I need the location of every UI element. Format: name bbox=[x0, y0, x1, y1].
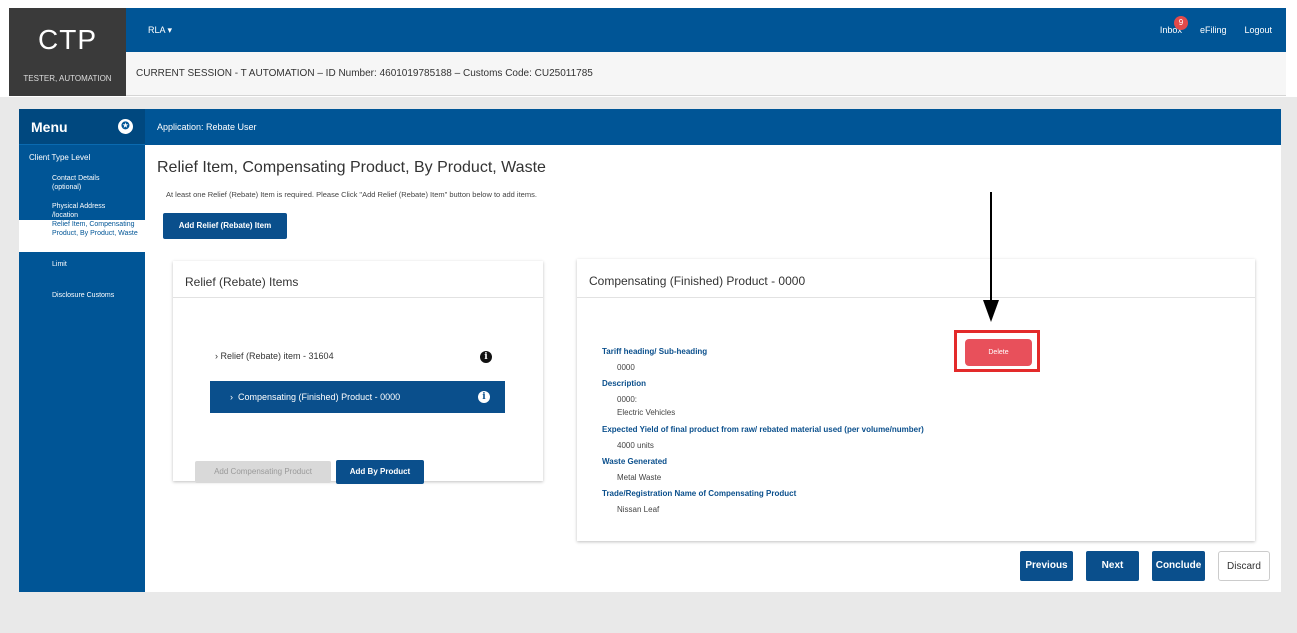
chevron-right-icon: › bbox=[230, 392, 233, 402]
tariff-value: 0000 bbox=[617, 363, 635, 372]
rla-label: RLA bbox=[148, 25, 166, 35]
sidebar-item-limit[interactable]: Limit bbox=[19, 260, 145, 269]
menu-header: Menu ✪ bbox=[19, 109, 145, 145]
comp-card-title: Compensating (Finished) Product - 0000 bbox=[589, 274, 806, 288]
info-icon[interactable]: i bbox=[478, 391, 490, 403]
efiling-link[interactable]: eFiling bbox=[1200, 25, 1227, 35]
chevron-right-icon: › bbox=[215, 351, 218, 361]
inbox-link[interactable]: Inbox 9 bbox=[1160, 16, 1188, 35]
yield-value: 4000 units bbox=[617, 441, 654, 450]
relief-item-label: Relief (Rebate) item - 31604 bbox=[220, 351, 334, 361]
logo-block: CTP TESTER, AUTOMATION bbox=[9, 8, 126, 96]
application-bar: Application: Rebate User bbox=[145, 109, 1281, 145]
logout-link[interactable]: Logout bbox=[1244, 25, 1272, 35]
annotation-arrow-line bbox=[990, 192, 992, 302]
compensating-product-node[interactable]: › Compensating (Finished) Product - 0000… bbox=[210, 381, 505, 413]
divider bbox=[577, 297, 1255, 298]
sidebar-item-disclosure-customs[interactable]: Disclosure Customs bbox=[19, 291, 145, 300]
previous-button[interactable]: Previous bbox=[1020, 551, 1073, 581]
conclude-button[interactable]: Conclude bbox=[1152, 551, 1205, 581]
add-relief-item-button[interactable]: Add Relief (Rebate) Item bbox=[163, 213, 287, 239]
divider bbox=[173, 297, 543, 298]
logged-in-user: TESTER, AUTOMATION bbox=[23, 74, 112, 83]
compensating-product-label: Compensating (Finished) Product - 0000 bbox=[238, 392, 401, 402]
sidebar: Menu ✪ Client Type Level Contact Details… bbox=[19, 109, 145, 592]
add-compensating-product-button[interactable]: Add Compensating Product bbox=[195, 461, 331, 483]
relief-card-title: Relief (Rebate) Items bbox=[185, 275, 299, 289]
waste-value: Metal Waste bbox=[617, 473, 662, 482]
rla-dropdown[interactable]: RLA ▾ bbox=[148, 25, 172, 36]
menu-title: Menu bbox=[31, 118, 68, 135]
info-icon[interactable]: i bbox=[480, 351, 492, 363]
add-by-product-button[interactable]: Add By Product bbox=[336, 460, 424, 484]
trade-name-value: Nissan Leaf bbox=[617, 505, 660, 514]
sidebar-item-relief-item[interactable]: Relief Item, Compensating Product, By Pr… bbox=[19, 220, 145, 252]
page-hint: At least one Relief (Rebate) Item is req… bbox=[166, 190, 537, 199]
session-info: CURRENT SESSION - T AUTOMATION – ID Numb… bbox=[136, 68, 593, 79]
page-title: Relief Item, Compensating Product, By Pr… bbox=[157, 159, 546, 176]
compensating-product-card: Compensating (Finished) Product - 0000 T… bbox=[577, 259, 1255, 541]
tariff-label: Tariff heading/ Sub-heading bbox=[602, 347, 708, 356]
relief-item-node[interactable]: › Relief (Rebate) item - 31604 bbox=[215, 351, 505, 361]
caret-down-icon: ▾ bbox=[167, 25, 173, 35]
waste-label: Waste Generated bbox=[602, 457, 668, 466]
app-logo: CTP bbox=[38, 24, 97, 55]
session-bar: CURRENT SESSION - T AUTOMATION – ID Numb… bbox=[126, 52, 1286, 96]
sidebar-section-client-type[interactable]: Client Type Level bbox=[19, 145, 145, 162]
relief-items-card: Relief (Rebate) Items › Relief (Rebate) … bbox=[173, 261, 543, 484]
yield-label: Expected Yield of final product from raw… bbox=[602, 425, 924, 434]
annotation-highlight-box bbox=[954, 330, 1040, 372]
sidebar-item-contact-details[interactable]: Contact Details (optional) bbox=[19, 174, 119, 192]
sidebar-item-physical-address[interactable]: Physical Address /location bbox=[19, 202, 119, 220]
top-navbar: RLA ▾ Inbox 9 eFiling Logout bbox=[126, 8, 1286, 52]
trade-name-label: Trade/Registration Name of Compensating … bbox=[602, 489, 797, 498]
description-code: 0000: bbox=[617, 395, 638, 404]
inbox-count-badge: 9 bbox=[1173, 16, 1188, 30]
annotation-arrow-head-icon bbox=[983, 300, 999, 322]
main-content: Application: Rebate User Relief Item, Co… bbox=[145, 109, 1281, 592]
description-label: Description bbox=[602, 379, 647, 388]
menu-toggle-icon[interactable]: ✪ bbox=[118, 119, 133, 134]
discard-button[interactable]: Discard bbox=[1218, 551, 1270, 581]
description-text: Electric Vehicles bbox=[617, 408, 676, 417]
next-button[interactable]: Next bbox=[1086, 551, 1139, 581]
top-right-links: Inbox 9 eFiling Logout bbox=[1160, 16, 1272, 35]
